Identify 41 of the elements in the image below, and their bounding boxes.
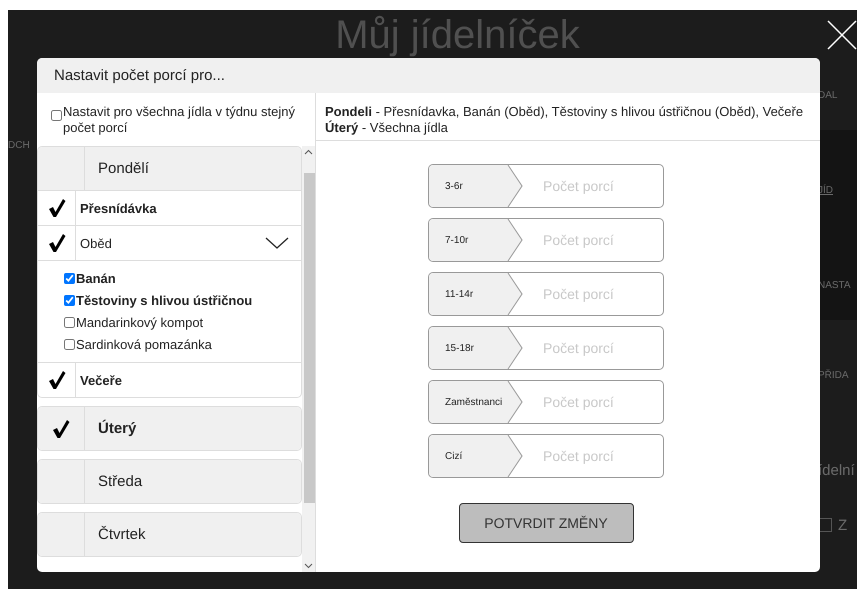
chevron-icon [507, 219, 524, 261]
page-label: DCH [8, 140, 30, 150]
meal-row[interactable]: Večeře [38, 362, 301, 397]
age-group-label: 15-18r [429, 327, 523, 369]
close-icon[interactable] [827, 20, 857, 50]
checkbox-label: Nastavit pro všechna jídla v týdnu stejný počet porcí [63, 104, 296, 136]
age-group-label: Cizí [429, 435, 523, 477]
page-label: Z [838, 516, 848, 534]
age-group-label: 7-10r [429, 219, 523, 261]
checkbox[interactable] [64, 295, 75, 306]
food-label: Mandarinkový kompot [76, 315, 204, 330]
food-label: Těstoviny s hlivou ústřičnou [76, 293, 252, 308]
age-group-label: 3-6r [429, 165, 523, 207]
day-header[interactable]: Čtvrtek [38, 513, 301, 556]
food-label: Sardinková pomazánka [76, 337, 212, 352]
chevron-down-icon[interactable] [265, 237, 289, 249]
food-label: Banán [76, 271, 116, 286]
checkbox[interactable] [64, 273, 75, 284]
scroll-up-icon[interactable] [304, 148, 313, 157]
checkbox[interactable] [51, 110, 62, 121]
day-header[interactable]: Pondělí [38, 147, 301, 190]
chevron-icon [507, 327, 524, 369]
meal-row[interactable]: Přesnídávka [38, 190, 301, 225]
chevron-icon [507, 165, 524, 207]
checkbox[interactable] [64, 317, 75, 328]
checkbox[interactable] [64, 339, 75, 350]
dialog-title: Nastavit počet porcí pro... [37, 58, 820, 93]
page-heading: ídelní [818, 462, 855, 478]
scrollbar[interactable] [302, 146, 315, 572]
chevron-icon [507, 381, 524, 423]
summary-line: Úterý - Všechna jídla [325, 120, 449, 136]
chevron-icon [507, 435, 524, 477]
day-header[interactable]: Středa [38, 460, 301, 503]
confirm-button[interactable]: POTVRDIT ZMĚNY [458, 503, 634, 543]
age-group-label: 11-14r [429, 273, 523, 315]
chevron-icon [507, 273, 524, 315]
scroll-down-icon[interactable] [304, 561, 313, 570]
meal-row[interactable]: Oběd [38, 225, 301, 260]
day-header[interactable]: Úterý [38, 407, 301, 450]
summary-line: Pondeli - Přesnídavka, Banán (Oběd), Těstoviny s hlivou ústřičnou (Oběd), Večeře [325, 104, 804, 120]
age-group-label: Zaměstnanci [429, 381, 523, 423]
